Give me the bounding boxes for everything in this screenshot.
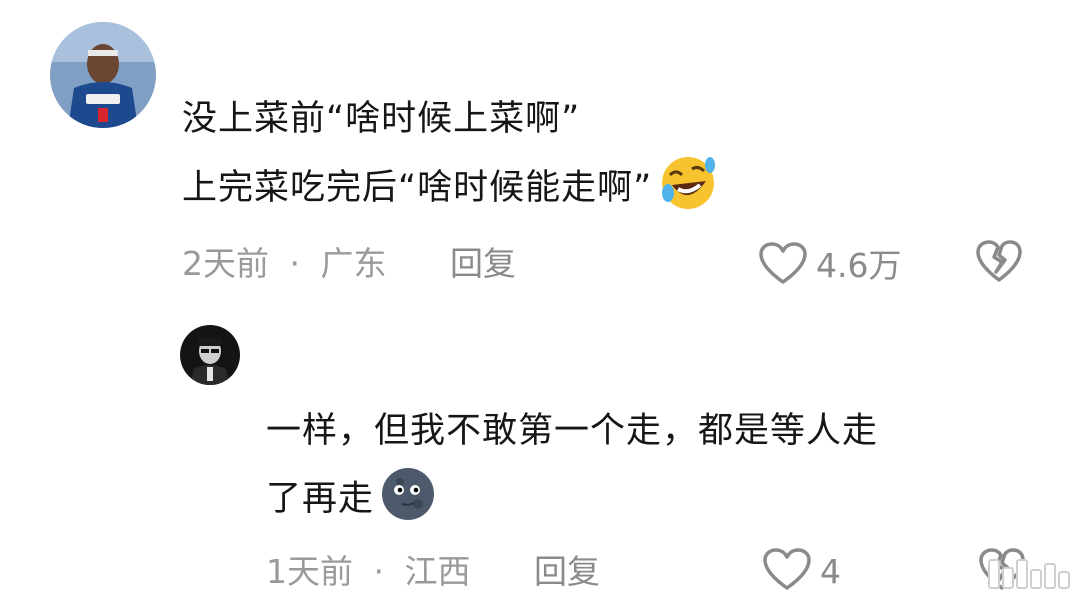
comment-dislike-button[interactable] xyxy=(975,240,1023,288)
broken-heart-icon xyxy=(975,240,1023,288)
reply-meta: 1天前 · 江西 xyxy=(266,552,471,592)
watermark-bar xyxy=(988,559,1000,589)
comment-line-1: 没上菜前“啥时候上菜啊” xyxy=(182,99,581,139)
watermark-bar xyxy=(1058,571,1070,589)
comment-meta: 2天前 · 广东 xyxy=(182,244,387,284)
reply-line-1: 一样，但我不敢第一个走，都是等人走 xyxy=(266,411,879,451)
watermark-bar xyxy=(1030,569,1042,589)
comment-reply-button[interactable]: 回复 xyxy=(450,244,516,284)
comment-line-2: 上完菜吃完后“啥时候能走啊” xyxy=(182,155,718,232)
watermark-bar xyxy=(1002,567,1014,589)
new-moon-face-emoji-icon xyxy=(380,466,436,543)
watermark-bar xyxy=(1016,559,1028,589)
watermark-bar xyxy=(1044,563,1056,589)
watermark xyxy=(988,559,1070,589)
reply-like-button[interactable]: 4 xyxy=(762,548,841,596)
reply-location: 江西 xyxy=(404,552,471,591)
heart-icon xyxy=(762,548,812,596)
meta-separator: · xyxy=(373,552,385,591)
reply-reply-button[interactable]: 回复 xyxy=(534,552,600,592)
reply-line-2: 了再走 xyxy=(266,466,436,543)
meta-separator: · xyxy=(289,244,301,283)
reply-avatar[interactable] xyxy=(180,325,240,385)
reply-time: 1天前 xyxy=(266,552,353,591)
rolling-on-floor-laughing-emoji-icon xyxy=(658,155,718,232)
comment-time: 2天前 xyxy=(182,244,269,283)
comment-like-button[interactable]: 4.6万 xyxy=(758,242,901,290)
commenter-avatar[interactable] xyxy=(50,22,156,128)
comment-like-count: 4.6万 xyxy=(816,246,902,285)
comment-location: 广东 xyxy=(320,244,387,283)
heart-icon xyxy=(758,242,808,290)
reply-like-count: 4 xyxy=(820,552,841,591)
